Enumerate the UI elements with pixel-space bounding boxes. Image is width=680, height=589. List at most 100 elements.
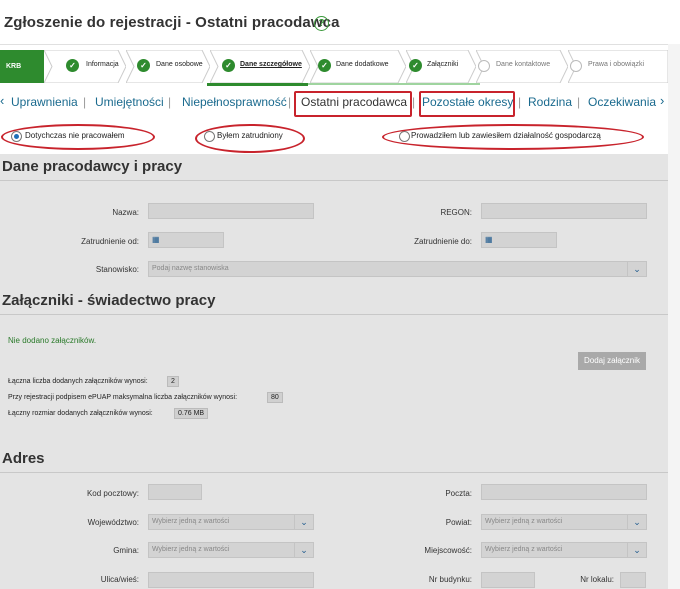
step-label: Załączniki	[427, 61, 459, 68]
label-street: Ulica/wieś:	[100, 575, 139, 584]
calendar-icon[interactable]: ▦	[485, 235, 493, 244]
step-dane-dodatkowe[interactable]: ✓ Dane dodatkowe	[310, 50, 406, 83]
step-dane-kontaktowe[interactable]: Dane kontaktowe	[476, 50, 568, 83]
step-label: Prawa i obowiązki	[588, 61, 645, 68]
pending-circle-icon	[570, 60, 582, 72]
voivodeship-select[interactable]: Wybierz jedną z wartości ⌄	[148, 514, 314, 530]
chevron-down-icon[interactable]: ⌄	[627, 262, 646, 276]
step-zalaczniki[interactable]: ✓ Załączniki	[406, 50, 476, 83]
attachment-size-value: 0.76 MB	[174, 408, 209, 419]
form-panel: Dane pracodawcy i pracy Nazwa: REGON: Za…	[0, 154, 668, 589]
tab-umiejetnosci[interactable]: Umiejętności	[95, 95, 164, 109]
progress-indicator	[308, 83, 480, 85]
date-from-input[interactable]: ▦	[148, 232, 224, 248]
step-prawa-i-obowiazki[interactable]: Prawa i obowiązki	[568, 50, 668, 83]
highlight-oval	[1, 124, 155, 150]
position-select[interactable]: Podaj nazwę stanowiska ⌄	[148, 261, 647, 277]
tab-separator: |	[83, 95, 87, 109]
highlight-oval	[382, 124, 644, 150]
page-title: Zgłoszenie do rejestracji - Ostatni prac…	[4, 14, 340, 31]
tab-separator: |	[518, 95, 522, 109]
label-date-to: Zatrudnienie do:	[414, 237, 472, 246]
select-placeholder: Wybierz jedną z wartości	[485, 546, 563, 553]
label-building: Nr budynku:	[428, 575, 472, 584]
county-select[interactable]: Wybierz jedną z wartości ⌄	[481, 514, 647, 530]
label-locality: Miejscowość:	[424, 546, 472, 555]
highlight-oval	[195, 124, 305, 153]
check-icon: ✓	[409, 59, 422, 72]
commune-select[interactable]: Wybierz jedną z wartości ⌄	[148, 542, 314, 558]
tab-separator: |	[168, 95, 172, 109]
section-title-attachments: Załączniki - świadectwo pracy	[2, 292, 216, 309]
label-regon: REGON:	[440, 208, 472, 217]
krb-badge: KRB	[0, 50, 44, 83]
label-commune: Gmina:	[113, 546, 139, 555]
tabs-prev-arrow[interactable]: ‹	[0, 93, 4, 108]
chevron-down-icon[interactable]: ⌄	[627, 515, 646, 529]
scrollbar[interactable]	[668, 44, 680, 589]
section-title-employer: Dane pracodawcy i pracy	[2, 158, 183, 175]
highlight-box	[419, 91, 515, 117]
select-placeholder: Wybierz jedną z wartości	[152, 518, 230, 525]
step-informacja[interactable]: ✓ Informacja	[44, 50, 126, 83]
locality-select[interactable]: Wybierz jedną z wartości ⌄	[481, 542, 647, 558]
tab-niepelnosprawnosc[interactable]: Niepełnosprawność	[182, 95, 287, 109]
tab-oczekiwania[interactable]: Oczekiwania	[588, 95, 656, 109]
tab-uprawnienia[interactable]: Uprawnienia	[11, 95, 78, 109]
check-icon: ✓	[66, 59, 79, 72]
select-placeholder: Wybierz jedną z wartości	[485, 518, 563, 525]
attachment-count-value: 2	[167, 376, 179, 387]
divider	[0, 314, 668, 315]
tab-separator: |	[577, 95, 581, 109]
calendar-icon[interactable]: ▦	[152, 235, 160, 244]
divider	[0, 180, 668, 181]
check-icon: ✓	[137, 59, 150, 72]
date-to-input[interactable]: ▦	[481, 232, 557, 248]
chevron-down-icon[interactable]: ⌄	[627, 543, 646, 557]
select-placeholder: Wybierz jedną z wartości	[152, 546, 230, 553]
check-icon: ✓	[222, 59, 235, 72]
street-input[interactable]	[148, 572, 314, 588]
active-step-indicator	[207, 83, 308, 86]
regon-input[interactable]	[481, 203, 647, 219]
postal-code-input[interactable]	[148, 484, 202, 500]
progress-steps: KRB ✓ Informacja ✓ Dane osobowe ✓ Dane s…	[0, 50, 680, 84]
tabs-next-arrow[interactable]: ›	[660, 93, 664, 108]
attachment-max-value: 80	[267, 392, 283, 403]
tab-separator: |	[288, 95, 292, 109]
attachment-size-label: Łączny rozmiar dodanych załączników wyno…	[8, 410, 153, 417]
flat-number-input[interactable]	[620, 572, 646, 588]
building-number-input[interactable]	[481, 572, 535, 588]
chevron-down-icon[interactable]: ⌄	[294, 543, 313, 557]
employer-name-input[interactable]	[148, 203, 314, 219]
tab-rodzina[interactable]: Rodzina	[528, 95, 572, 109]
attachment-max-label: Przy rejestracji podpisem ePUAP maksymal…	[8, 394, 238, 401]
step-label: Dane osobowe	[156, 61, 203, 68]
label-county: Powiat:	[445, 518, 472, 527]
step-label: Dane szczegółowe	[240, 61, 302, 68]
divider	[0, 472, 668, 473]
help-icon[interactable]: ?	[314, 16, 329, 31]
label-name: Nazwa:	[112, 208, 139, 217]
label-voivodeship: Województwo:	[87, 518, 139, 527]
pending-circle-icon	[478, 60, 490, 72]
step-label: Informacja	[86, 61, 119, 68]
attachment-count-label: Łączna liczba dodanych załączników wynos…	[8, 378, 148, 385]
step-dane-szczegolowe[interactable]: ✓ Dane szczegółowe	[210, 50, 310, 83]
label-postal-code: Kod pocztowy:	[86, 489, 139, 498]
step-label: Dane kontaktowe	[496, 61, 551, 68]
divider	[0, 44, 680, 45]
post-input[interactable]	[481, 484, 647, 500]
step-label: Dane dodatkowe	[336, 61, 389, 68]
label-post: Poczta:	[445, 489, 472, 498]
tab-separator: |	[412, 95, 416, 109]
chevron-down-icon[interactable]: ⌄	[294, 515, 313, 529]
highlight-box	[294, 91, 412, 117]
add-attachment-button[interactable]: Dodaj załącznik	[578, 352, 647, 370]
step-dane-osobowe[interactable]: ✓ Dane osobowe	[126, 50, 210, 83]
label-flat: Nr lokalu:	[580, 575, 614, 584]
section-title-address: Adres	[2, 450, 45, 467]
position-placeholder: Podaj nazwę stanowiska	[152, 265, 229, 272]
check-icon: ✓	[318, 59, 331, 72]
label-position: Stanowisko:	[95, 265, 139, 274]
